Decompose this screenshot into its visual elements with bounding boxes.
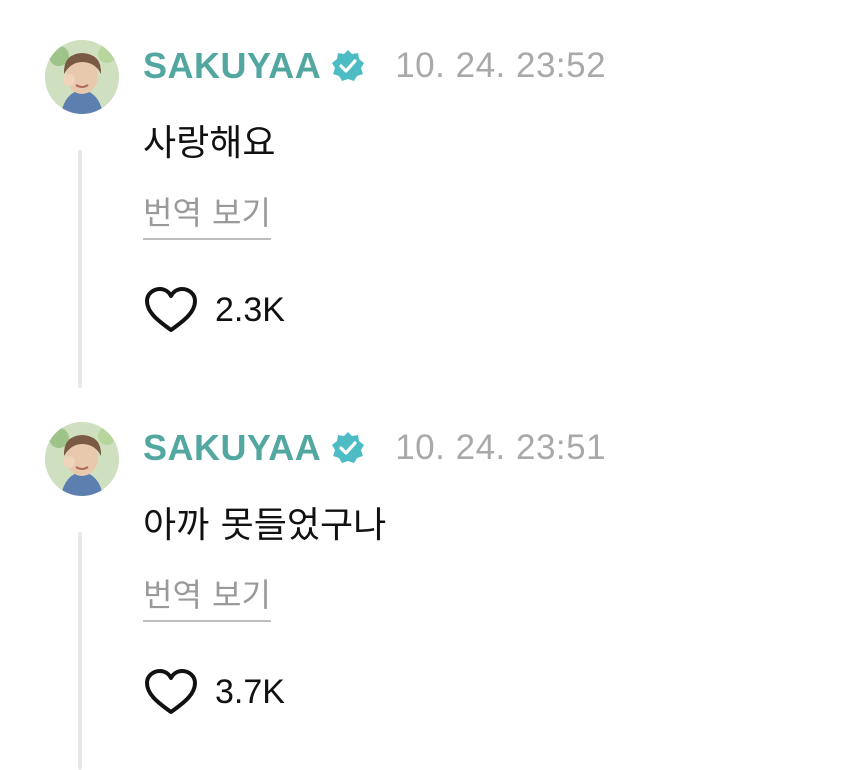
- comment-text: 아까 못들었구나: [143, 505, 387, 546]
- comment-header: SAKUYAA 10. 24. 23:51: [143, 426, 606, 470]
- like-count: 2.3K: [215, 290, 285, 329]
- timestamp: 10. 24. 23:52: [395, 46, 607, 85]
- thread-line: [78, 532, 82, 770]
- timestamp: 10. 24. 23:51: [395, 428, 607, 467]
- like-count: 3.7K: [215, 672, 285, 711]
- username[interactable]: SAKUYAA: [143, 45, 321, 87]
- heart-outline-icon[interactable]: [143, 668, 199, 716]
- avatar[interactable]: [45, 40, 119, 114]
- comment-header: SAKUYAA 10. 24. 23:52: [143, 44, 606, 88]
- see-translation-link[interactable]: 번역 보기: [143, 188, 271, 240]
- avatar-image: [45, 40, 119, 114]
- see-translation-link[interactable]: 번역 보기: [143, 570, 271, 622]
- verified-badge-icon: [331, 431, 365, 465]
- avatar[interactable]: [45, 422, 119, 496]
- like-row: 2.3K: [143, 286, 285, 334]
- username[interactable]: SAKUYAA: [143, 427, 321, 469]
- like-row: 3.7K: [143, 668, 285, 716]
- thread-line: [78, 150, 82, 388]
- comment-text: 사랑해요: [143, 123, 276, 164]
- comment-post: SAKUYAA 10. 24. 23:51 아까 못들었구나 번역 보기 3.7…: [0, 382, 842, 770]
- avatar-image: [45, 422, 119, 496]
- heart-outline-icon[interactable]: [143, 286, 199, 334]
- verified-badge-icon: [331, 49, 365, 83]
- comment-post: SAKUYAA 10. 24. 23:52 사랑해요 번역 보기 2.3K: [0, 0, 842, 388]
